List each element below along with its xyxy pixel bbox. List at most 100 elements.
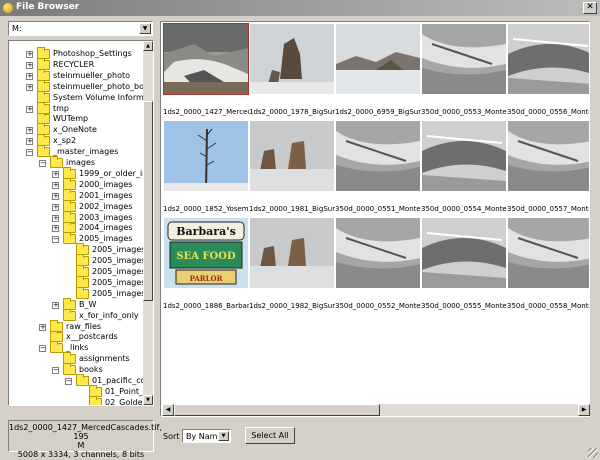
tree-item[interactable]: 02_GoldenGate: [9, 395, 153, 405]
select-all-button[interactable]: Select All: [245, 427, 295, 444]
thumbnail-image[interactable]: [422, 218, 506, 288]
thumbnail-image[interactable]: [250, 218, 334, 288]
thumbnail-image[interactable]: [163, 23, 249, 95]
thumbnail-item[interactable]: 350d_0000_0552_MontereyPoint.tif: [335, 216, 421, 313]
tree-item[interactable]: + B_W: [9, 297, 143, 311]
thumbnail-item[interactable]: 1ds2_0000_6959_BigSurGarrapata.tif: [335, 22, 421, 119]
drive-select[interactable]: M: ▼: [8, 21, 153, 36]
tree-item[interactable]: x__postcards: [9, 330, 143, 343]
collapse-icon[interactable]: −: [65, 378, 72, 385]
thumbnail-image[interactable]: [336, 121, 420, 191]
grid-scroll-thumb[interactable]: [174, 404, 380, 416]
tree-scrollbar[interactable]: ▲ ▼: [143, 41, 153, 405]
expand-icon[interactable]: +: [52, 203, 59, 211]
tree-item[interactable]: +1999_or_older_images: [9, 166, 153, 180]
thumbnail-item[interactable]: 350d_0000_0556_MontereyPoint.tif: [507, 22, 589, 119]
thumbnail-item[interactable]: 350d_0000_0553_MontereyPoint.tif: [421, 22, 507, 119]
tree-item[interactable]: WUTemp: [9, 112, 143, 125]
tree-item[interactable]: + steinmueller_photo_books: [9, 79, 153, 93]
tree-item[interactable]: +2002_images: [9, 199, 143, 213]
thumbnail-item[interactable]: 350d_0000_0551_MontereyPoint.tif: [335, 119, 421, 216]
tree-item[interactable]: assignments: [9, 352, 143, 365]
expand-icon[interactable]: +: [52, 192, 59, 200]
thumbnail-image[interactable]: [250, 121, 334, 191]
tree-scroll-thumb[interactable]: [143, 101, 153, 301]
collapse-icon[interactable]: −: [39, 160, 46, 167]
thumbnail-image[interactable]: [336, 218, 420, 288]
collapse-icon[interactable]: −: [52, 236, 59, 244]
tree-item[interactable]: + Photoshop_Settings: [9, 47, 143, 60]
tree-item[interactable]: +2003_images: [9, 210, 143, 224]
thumbnail-image[interactable]: [336, 24, 420, 94]
tree-item[interactable]: System Volume Information: [9, 90, 153, 104]
scroll-left-icon[interactable]: ◀: [162, 404, 174, 416]
thumbnail-image[interactable]: [422, 121, 506, 191]
expand-icon[interactable]: +: [52, 181, 59, 189]
expand-icon[interactable]: +: [26, 72, 33, 80]
thumbnail-image[interactable]: [164, 121, 248, 192]
tree-item[interactable]: − _master_images: [9, 145, 143, 158]
thumbnail-item[interactable]: 350d_0000_0557_MontereyPoint.tif: [507, 119, 589, 216]
tree-item[interactable]: + x_OneNote: [9, 123, 143, 136]
thumbnail-image[interactable]: [250, 24, 334, 94]
tree-item[interactable]: −01_pacific_coast: [9, 374, 153, 387]
expand-icon[interactable]: +: [26, 138, 33, 146]
tree-item[interactable]: − books: [9, 363, 143, 376]
tree-item[interactable]: x_for_info_only: [9, 308, 143, 322]
tree-item[interactable]: − _links: [9, 341, 143, 354]
thumbnail-item[interactable]: 1ds2_0000_1978_BigSurMist.tif: [249, 22, 335, 119]
expand-icon[interactable]: +: [26, 105, 33, 113]
thumbnail-item[interactable]: 350d_0000_0554_MontereyPoint.tif: [421, 119, 507, 216]
expand-icon[interactable]: +: [26, 61, 33, 69]
thumbnail-image[interactable]: [422, 24, 506, 94]
sort-select[interactable]: By Name ▼: [182, 429, 231, 443]
tree-item[interactable]: + steinmueller_photo: [9, 68, 143, 82]
expand-icon[interactable]: +: [52, 301, 59, 309]
thumbnail-item[interactable]: 1ds2_0000_1852_YosemiteSnag.tif: [163, 119, 249, 216]
scroll-down-icon[interactable]: ▼: [143, 395, 153, 405]
expand-icon[interactable]: +: [26, 51, 33, 58]
tree-item[interactable]: 01_Point_Reyes: [9, 384, 153, 398]
collapse-icon[interactable]: −: [52, 367, 59, 375]
tree-item[interactable]: 2005_images_DNG: [9, 275, 153, 289]
thumbnail-image[interactable]: Barbara's SEA FOOD PARLOR: [164, 218, 248, 288]
tree-item[interactable]: +2001_images: [9, 188, 143, 202]
thumbnail-item[interactable]: 1ds2_0000_1981_BigSurMist.tif: [249, 119, 335, 216]
expand-icon[interactable]: +: [26, 127, 33, 135]
thumbnail-image[interactable]: [508, 218, 589, 288]
folder-tree[interactable]: 02_GoldenGate01_Point_Reyes−01_pacific_c…: [8, 40, 154, 406]
tree-item[interactable]: + tmp: [9, 101, 143, 115]
tree-item[interactable]: − 2005_images: [9, 232, 143, 245]
thumbnail-item[interactable]: 1ds2_0000_1982_BigSurMist.tif: [249, 216, 335, 313]
tree-item[interactable]: 2005_images_DNG: [9, 243, 153, 256]
tree-item[interactable]: 2005_images_DNG: [9, 286, 153, 300]
tree-item[interactable]: 2005_images_DNG: [9, 254, 153, 267]
collapse-icon[interactable]: −: [26, 149, 33, 157]
thumbnail-item[interactable]: 350d_0000_0555_MontereyPoint.tif: [421, 216, 507, 313]
thumbnail-image[interactable]: [508, 121, 589, 191]
thumbnail-item[interactable]: Barbara's SEA FOOD PARLOR 1ds2_0000_1886_Ba…: [163, 216, 249, 313]
tree-item[interactable]: +2000_images: [9, 177, 143, 191]
resize-grip-icon[interactable]: [588, 448, 598, 458]
grid-hscrollbar[interactable]: ◀ ▶: [162, 404, 590, 416]
expand-icon[interactable]: +: [52, 170, 59, 178]
collapse-icon[interactable]: −: [39, 345, 46, 353]
scroll-right-icon[interactable]: ▶: [578, 404, 590, 416]
thumbnail-item[interactable]: 350d_0000_0558_MontereyPoint.tif: [507, 216, 589, 313]
tree-item[interactable]: 2005_images_DNG: [9, 265, 153, 278]
thumbnail-item[interactable]: 1ds2_0000_1427_MercedCascades.tif: [163, 22, 249, 119]
chevron-down-icon[interactable]: ▼: [139, 23, 151, 34]
expand-icon[interactable]: +: [52, 225, 59, 233]
expand-icon[interactable]: +: [52, 214, 59, 222]
scroll-up-icon[interactable]: ▲: [143, 41, 153, 51]
thumbnail-image[interactable]: [508, 24, 589, 94]
tree-item[interactable]: − images: [9, 156, 143, 169]
tree-item[interactable]: + RECYCLER: [9, 57, 143, 71]
thumbnail-grid[interactable]: 1ds2_0000_1427_MercedCascades.tif1ds2_00…: [160, 21, 590, 417]
tree-item[interactable]: + x_sp2: [9, 134, 143, 147]
close-button[interactable]: ✕: [583, 2, 597, 14]
chevron-down-icon[interactable]: ▼: [218, 431, 229, 441]
tree-item[interactable]: +2004_images: [9, 221, 143, 234]
expand-icon[interactable]: +: [26, 83, 33, 91]
tree-item[interactable]: + raw_files: [9, 319, 143, 333]
